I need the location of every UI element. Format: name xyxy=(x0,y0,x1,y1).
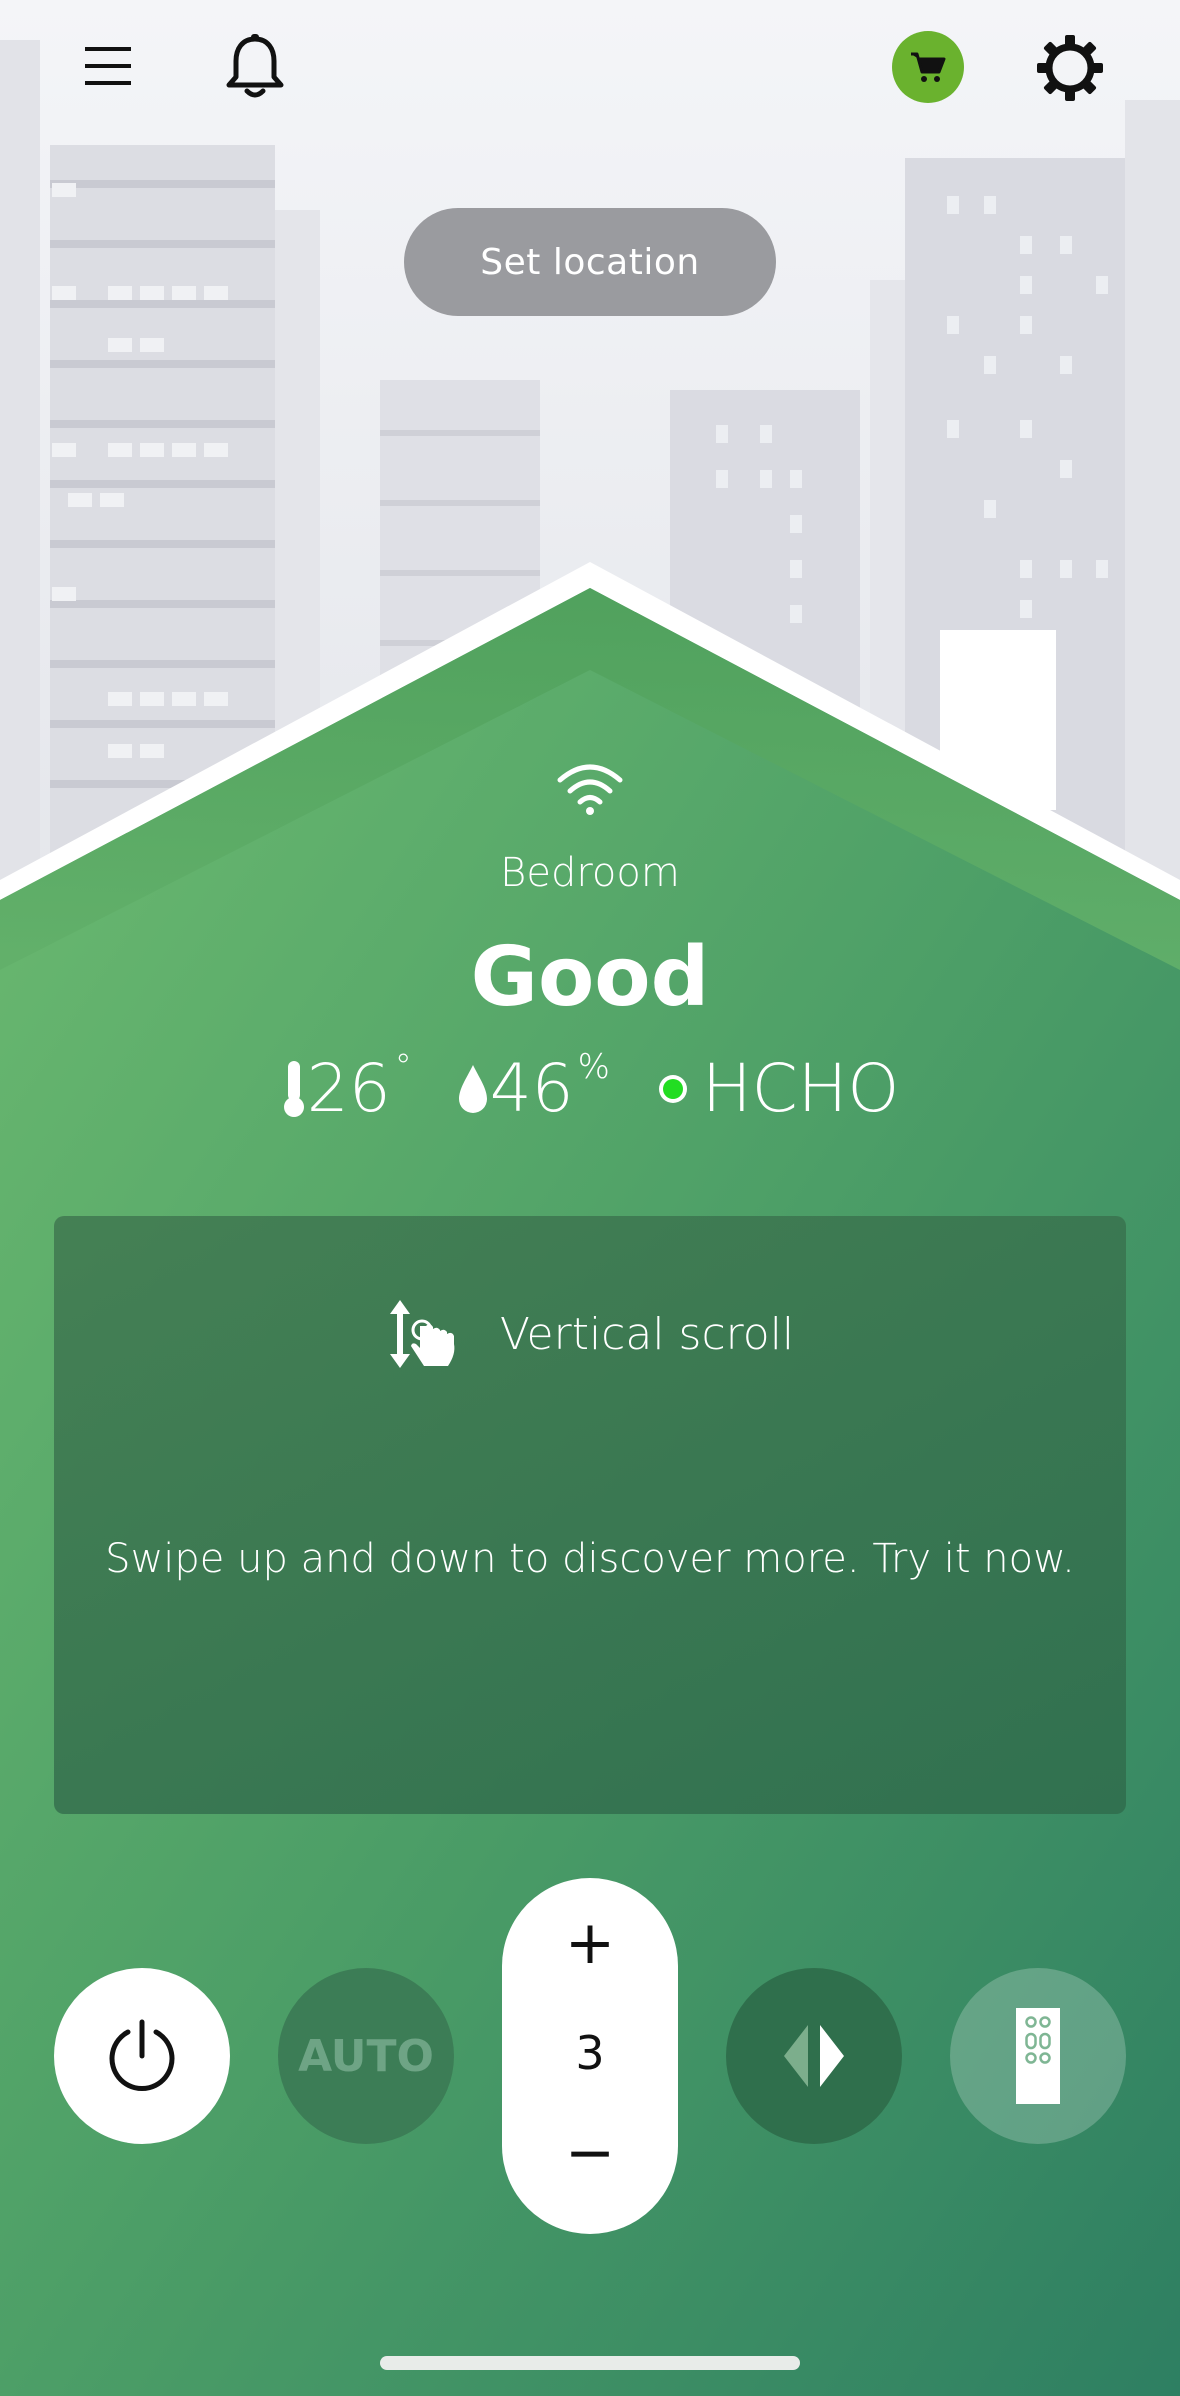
wifi-icon xyxy=(557,764,623,815)
auto-mode-button[interactable]: AUTO xyxy=(278,1968,454,2144)
speed-increase-button[interactable]: + xyxy=(502,1908,678,1978)
oscillation-button[interactable] xyxy=(726,1968,902,2144)
vertical-scroll-icon xyxy=(389,1300,455,1368)
speed-value: 3 xyxy=(575,2026,605,2080)
menu-icon xyxy=(85,47,131,85)
tip-title-row: Vertical scroll xyxy=(54,1296,1126,1372)
room-name: Bedroom xyxy=(500,850,680,896)
remote-icon xyxy=(1016,2008,1060,2104)
fan-speed-control: + 3 − xyxy=(502,1878,678,2234)
temperature-value: 26 xyxy=(306,1050,391,1127)
droplet-icon xyxy=(458,1064,487,1113)
app-screen: Set location Bedroom Good 26 ° 46% HCHO … xyxy=(0,0,1180,2396)
remote-control-button[interactable] xyxy=(950,1968,1126,2144)
humidity-value: 46 xyxy=(489,1050,574,1127)
gear-icon xyxy=(1037,35,1103,101)
hcho-label: HCHO xyxy=(701,1050,900,1127)
home-indicator[interactable] xyxy=(380,2356,800,2370)
cart-button[interactable] xyxy=(892,31,964,103)
notifications-button[interactable] xyxy=(220,30,290,104)
oscillation-icon xyxy=(784,2025,844,2087)
cart-icon xyxy=(911,52,946,82)
power-button[interactable] xyxy=(54,1968,230,2144)
set-location-button[interactable]: Set location xyxy=(404,208,776,316)
tip-body: Swipe up and down to discover more. Try … xyxy=(105,1536,1075,1582)
menu-button[interactable] xyxy=(78,36,138,96)
bell-icon xyxy=(226,34,284,98)
temperature-metric: 26 ° xyxy=(281,1046,412,1127)
wifi-status xyxy=(0,758,1180,822)
humidity-unit: % xyxy=(577,1046,610,1087)
settings-button[interactable] xyxy=(1034,32,1106,104)
environment-metrics: 26 ° 46% HCHO xyxy=(0,1046,1180,1127)
air-quality-status: Good xyxy=(470,930,710,1025)
tip-card[interactable]: Vertical scroll Swipe up and down to dis… xyxy=(54,1216,1126,1814)
humidity-metric: 46% xyxy=(456,1046,610,1127)
tip-title: Vertical scroll xyxy=(499,1308,795,1360)
power-icon xyxy=(109,2019,175,2091)
hcho-status-dot xyxy=(658,1074,687,1103)
hcho-metric: HCHO xyxy=(654,1050,899,1127)
speed-decrease-button[interactable]: − xyxy=(502,2118,678,2188)
thermometer-icon xyxy=(283,1060,304,1117)
temperature-unit: ° xyxy=(394,1046,412,1087)
